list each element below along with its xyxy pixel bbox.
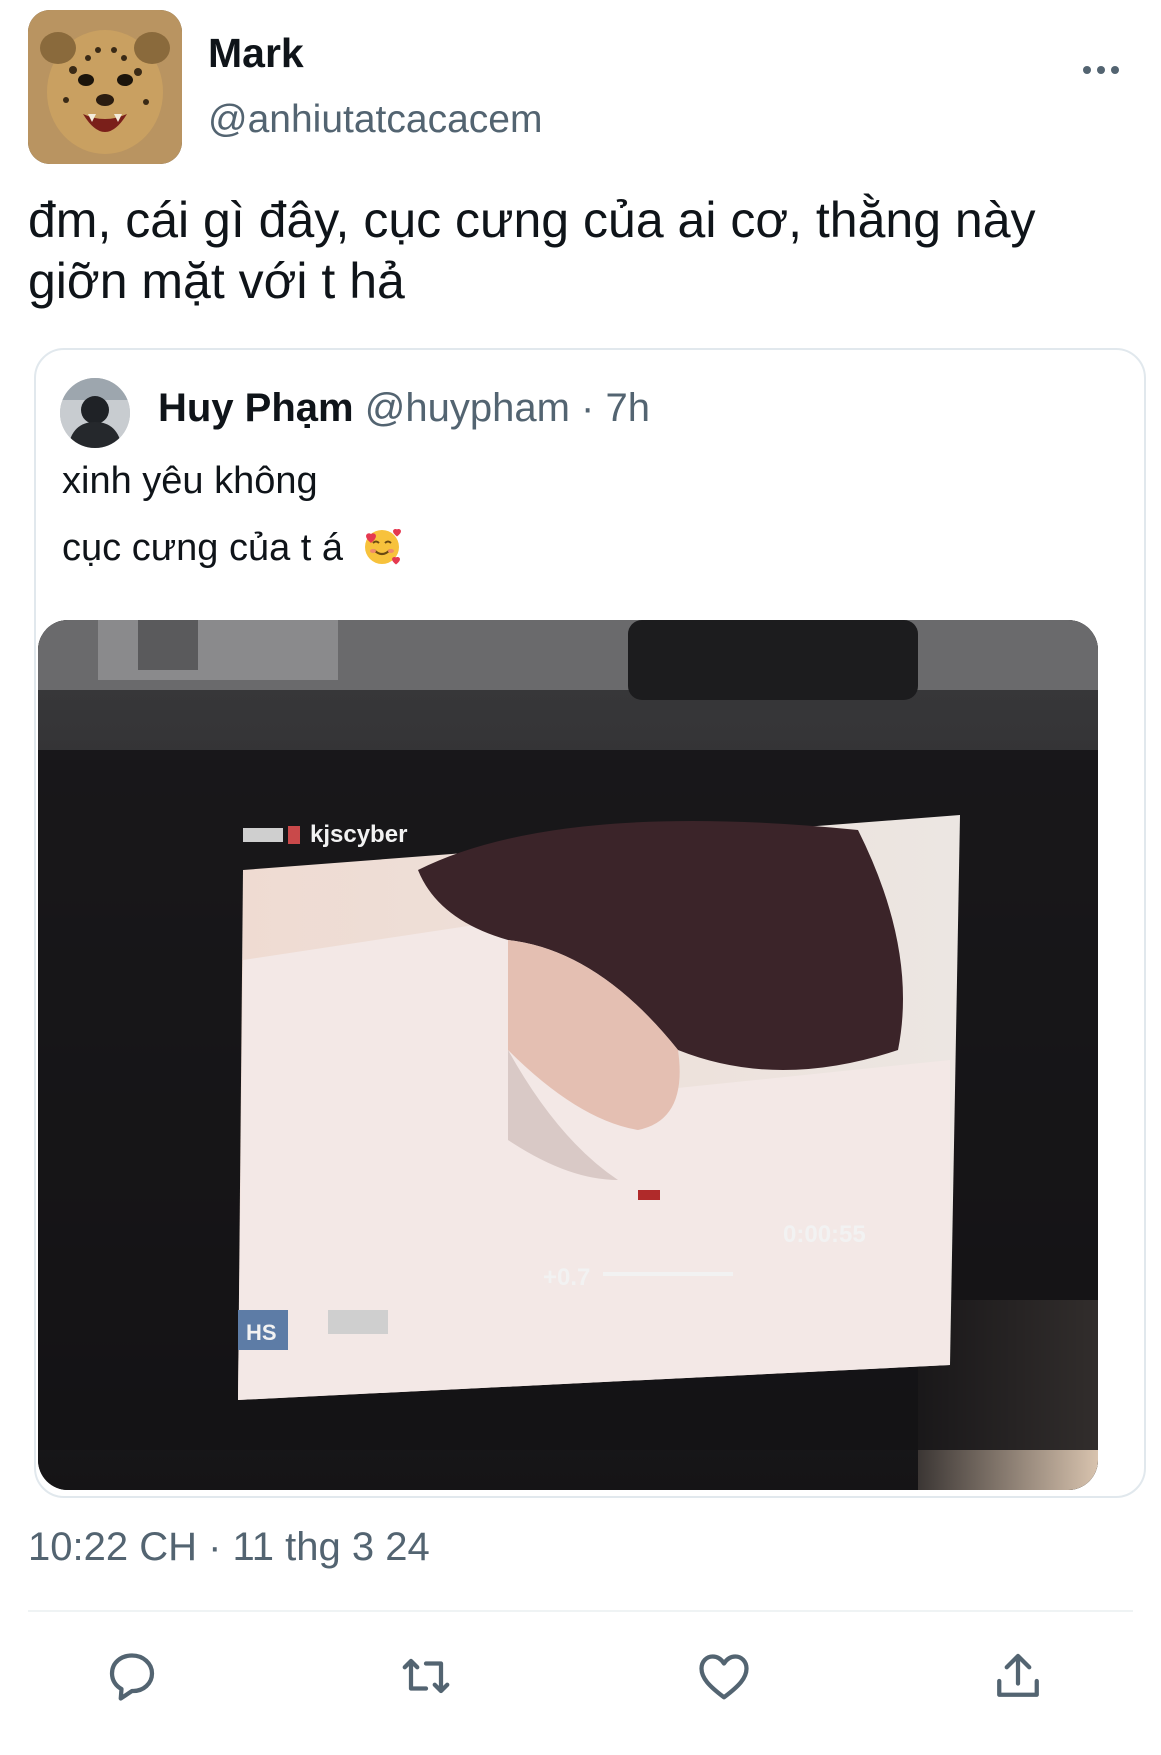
quoted-text-line2: cục cưng của t á: [62, 526, 402, 570]
quoted-text-line2-text: cục cưng của t á: [62, 527, 344, 569]
more-icon-dot: [1111, 66, 1119, 74]
reply-icon: [109, 1653, 155, 1701]
tweet-timestamp[interactable]: 10:22 CH · 11 thg 3 24: [28, 1525, 430, 1570]
author-avatar[interactable]: [28, 10, 182, 164]
more-options-button[interactable]: [1071, 50, 1131, 90]
tweet-header: Mark @anhiutatcacacem: [28, 10, 1131, 166]
quoted-author-handle[interactable]: @huypham: [365, 386, 570, 430]
share-button[interactable]: [982, 1640, 1054, 1712]
quoted-text-line1: xinh yêu không: [62, 460, 318, 502]
like-icon: [699, 1654, 749, 1700]
viewfinder-label: kjscyber: [310, 821, 407, 848]
retweet-icon: [402, 1658, 450, 1694]
divider: [28, 1610, 1133, 1612]
meta-separator: ·: [581, 386, 595, 430]
quoted-author-name[interactable]: Huy Phạm: [158, 386, 354, 430]
author-display-name[interactable]: Mark: [208, 30, 304, 77]
tweet-action-bar: [0, 1640, 1161, 1720]
retweet-button[interactable]: [390, 1640, 462, 1712]
timecode: 0:00:55: [783, 1221, 866, 1248]
quoted-author-meta: Huy Phạm @huypham · 7h: [158, 386, 650, 431]
reply-button[interactable]: [96, 1640, 168, 1712]
like-button[interactable]: [688, 1640, 760, 1712]
cheetah-cub-icon: [28, 10, 182, 164]
exposure-value: +0.7: [543, 1264, 590, 1291]
more-icon: [1083, 66, 1091, 74]
person-photo-icon: [60, 378, 130, 448]
author-handle[interactable]: @anhiutatcacacem: [208, 98, 542, 142]
camera-viewfinder-photo: kjscyber +0.7 0:00:55 HS: [38, 620, 1098, 1490]
quoted-media-photo[interactable]: kjscyber +0.7 0:00:55 HS: [38, 620, 1098, 1490]
quoted-tweet-card[interactable]: Huy Phạm @huypham · 7h xinh yêu không cụ…: [34, 348, 1146, 1498]
smiling-face-with-hearts-icon: [364, 528, 401, 565]
quoted-author-avatar[interactable]: [60, 378, 130, 448]
quoted-time-ago[interactable]: 7h: [605, 386, 650, 430]
more-icon-dot: [1097, 66, 1105, 74]
share-icon: [997, 1653, 1039, 1697]
mode-badge: HS: [246, 1320, 277, 1345]
tweet-text: đm, cái gì đây, cục cưng của ai cơ, thằn…: [28, 192, 1036, 309]
